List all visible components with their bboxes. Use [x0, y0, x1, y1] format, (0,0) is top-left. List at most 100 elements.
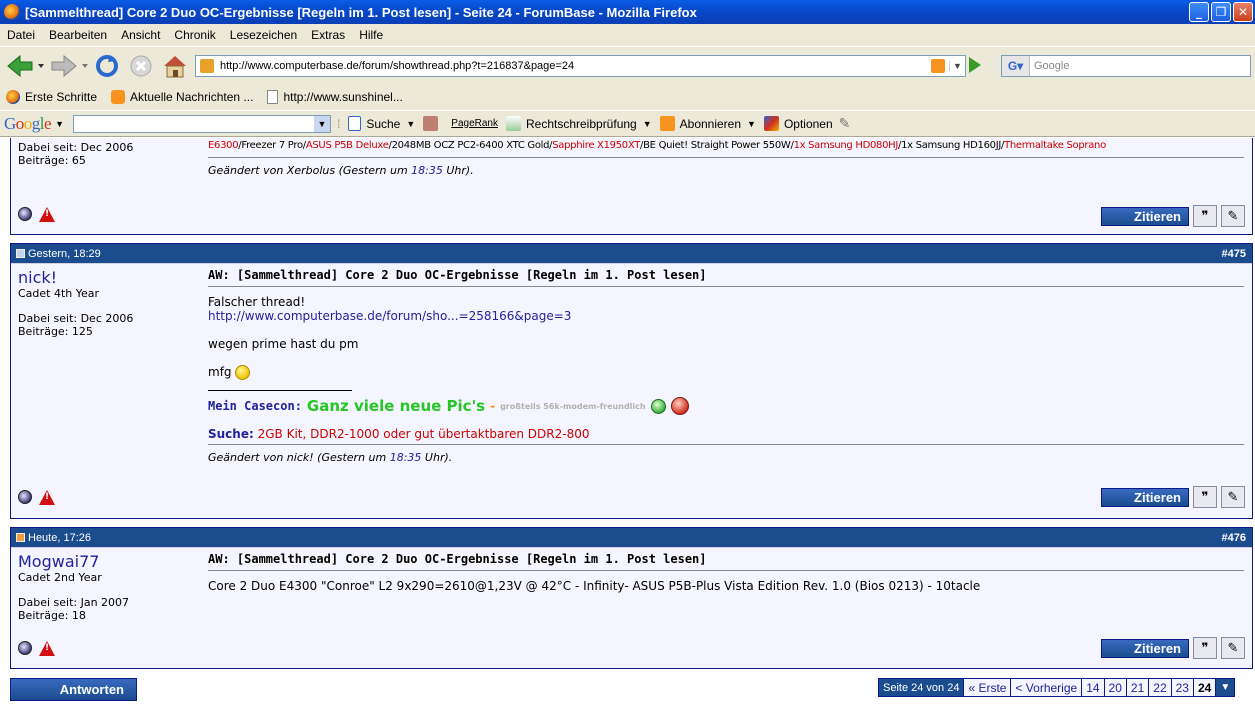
google-menu-icon[interactable]: ▼	[55, 119, 64, 129]
page-link-22[interactable]: 22	[1148, 679, 1171, 696]
quick-reply-icon[interactable]: ✎	[1221, 205, 1245, 227]
popup-blocker-button[interactable]	[423, 116, 443, 131]
sig-part[interactable]: ASUS P5B Deluxe	[306, 140, 389, 151]
chevron-down-icon[interactable]: ▼	[747, 119, 756, 129]
chevron-down-icon[interactable]: ▼	[406, 119, 415, 129]
maximize-button[interactable]: ❐	[1211, 2, 1231, 22]
post-title: AW: [Sammelthread] Core 2 Duo OC-Ergebni…	[208, 268, 1244, 287]
menu-datei[interactable]: Datei	[0, 28, 42, 42]
google-search-dropdown-icon[interactable]: ▼	[313, 115, 330, 132]
go-button[interactable]	[969, 57, 981, 73]
page-link-14[interactable]: 14	[1081, 679, 1104, 696]
spellcheck-button[interactable]: Rechtschreibprüfung ▼	[505, 116, 652, 131]
url-text[interactable]: http://www.computerbase.de/forum/showthr…	[220, 60, 931, 72]
page-prev-link[interactable]: < Vorherige	[1010, 679, 1082, 696]
close-button[interactable]: ✕	[1233, 2, 1253, 22]
bookmark-sunshine[interactable]: http://www.sunshinel...	[267, 90, 403, 104]
menu-ansicht[interactable]: Ansicht	[114, 28, 167, 42]
rss-feed-icon[interactable]	[931, 59, 945, 73]
popup-blocker-icon	[423, 116, 439, 131]
bookmark-aktuelle-nachrichten[interactable]: Aktuelle Nachrichten ...	[111, 90, 253, 104]
window-controls: _ ❐ ✕	[1189, 2, 1253, 22]
menu-bar: Datei Bearbeiten Ansicht Chronik Lesezei…	[0, 24, 1255, 46]
reload-icon[interactable]	[94, 53, 120, 79]
user-rank: Cadet 4th Year	[18, 287, 100, 300]
multiquote-icon[interactable]: ❞	[1193, 205, 1217, 227]
devil-smiley-icon	[670, 397, 689, 415]
sig-part[interactable]: Thermaltake Soprano	[1004, 140, 1106, 151]
options-icon	[763, 116, 779, 131]
google-search-input[interactable]: ▼	[72, 114, 331, 133]
home-icon[interactable]	[161, 53, 189, 79]
page-link-23[interactable]: 23	[1170, 679, 1193, 696]
options-button[interactable]: Optionen	[763, 116, 833, 131]
page-jump-dropdown-icon[interactable]: ▼	[1215, 679, 1235, 696]
minimize-button[interactable]: _	[1189, 2, 1209, 22]
page-first-link[interactable]: « Erste	[963, 679, 1011, 696]
url-dropdown-icon[interactable]: ▼	[949, 61, 965, 71]
grin-smiley-icon	[650, 398, 666, 414]
google-g-icon	[348, 116, 362, 131]
sig-casecon-link[interactable]: Ganz viele neue Pic's	[307, 397, 485, 415]
menu-chronik[interactable]: Chronik	[167, 28, 222, 42]
post-userinfo: nick! Cadet 4th Year Dabei seit: Dec 200…	[11, 264, 201, 518]
menu-lesezeichen[interactable]: Lesezeichen	[223, 28, 304, 42]
post-link[interactable]: http://www.computerbase.de/forum/sho...=…	[208, 309, 1244, 323]
sig-part[interactable]: E6300	[208, 140, 239, 151]
navigation-toolbar: http://www.computerbase.de/forum/showthr…	[0, 46, 1255, 84]
post-message: E6300/Freezer 7 Pro/ASUS P5B Deluxe/2048…	[201, 138, 1252, 234]
subscribe-button[interactable]: Abonnieren ▼	[659, 116, 756, 131]
multiquote-icon[interactable]: ❞	[1193, 637, 1217, 659]
window-title: [Sammelthread] Core 2 Duo OC-Ergebnisse …	[25, 4, 697, 20]
post-476: Heute, 17:26 #476 Mogwai77 Cadet 2nd Yea…	[10, 527, 1253, 669]
post-number[interactable]: #475	[1222, 248, 1246, 260]
pencil-icon[interactable]: ✎	[839, 115, 851, 132]
post-text: mfg	[208, 365, 232, 379]
chevron-down-icon[interactable]: ▼	[643, 119, 652, 129]
quote-button[interactable]: Zitieren	[1101, 638, 1189, 658]
user-icons	[18, 641, 55, 656]
pagerank-indicator[interactable]: PageRank	[451, 118, 498, 129]
report-post-icon[interactable]	[39, 641, 55, 656]
quick-reply-icon[interactable]: ✎	[1221, 486, 1245, 508]
search-engine-icon[interactable]: G▾	[1002, 56, 1030, 76]
stop-icon[interactable]	[128, 53, 154, 79]
search-placeholder[interactable]: Google	[1034, 60, 1069, 72]
edited-suffix: Uhr).	[424, 451, 453, 464]
page-link-21[interactable]: 21	[1125, 679, 1149, 696]
menu-bearbeiten[interactable]: Bearbeiten	[42, 28, 114, 42]
quote-button[interactable]: Zitieren	[1101, 206, 1189, 226]
bookmark-erste-schritte[interactable]: Erste Schritte	[6, 90, 97, 104]
multiquote-icon[interactable]: ❞	[1193, 486, 1217, 508]
report-post-icon[interactable]	[39, 207, 55, 222]
rss-icon	[111, 90, 126, 104]
username[interactable]: nick!	[18, 268, 194, 287]
sig-suche-text: 2GB Kit, DDR2-1000 oder gut übertaktbare…	[257, 427, 590, 441]
quote-button[interactable]: Zitieren	[1101, 487, 1189, 507]
google-toolbar: Google ▼ ▼ ⁞ Suche ▼ PageRank Rechtschre…	[0, 110, 1255, 137]
post-new-icon	[16, 533, 25, 542]
google-logo[interactable]: Google	[4, 114, 52, 134]
edited-time: 18:35	[411, 164, 443, 177]
sig-part: /1x Samsung HD160JJ/	[898, 140, 1005, 151]
report-post-icon[interactable]	[39, 490, 55, 505]
user-rank: Cadet 2nd Year	[18, 571, 102, 584]
google-search-button[interactable]: Suche ▼	[348, 116, 415, 131]
back-button[interactable]	[4, 53, 48, 79]
menu-hilfe[interactable]: Hilfe	[352, 28, 390, 42]
quick-reply-icon[interactable]: ✎	[1221, 637, 1245, 659]
forward-button[interactable]	[48, 53, 92, 79]
page-link-20[interactable]: 20	[1103, 679, 1126, 696]
menu-extras[interactable]: Extras	[304, 28, 352, 42]
join-date: Dabei seit: Dec 2006	[18, 141, 134, 154]
post-number[interactable]: #476	[1222, 532, 1246, 544]
sig-part[interactable]: 1x Samsung HD080HJ	[794, 140, 899, 151]
post-date: Gestern, 18:29	[16, 248, 101, 260]
rss-icon	[659, 116, 675, 131]
url-bar[interactable]: http://www.computerbase.de/forum/showthr…	[195, 55, 966, 77]
username[interactable]: Mogwai77	[18, 552, 194, 571]
sig-part[interactable]: Sapphire X1950XT	[552, 140, 640, 151]
edited-prefix: Geändert von Xerbolus (Gestern um	[208, 164, 408, 177]
search-bar[interactable]: G▾ Google	[1001, 55, 1251, 77]
reply-button[interactable]: Antworten	[10, 678, 137, 701]
